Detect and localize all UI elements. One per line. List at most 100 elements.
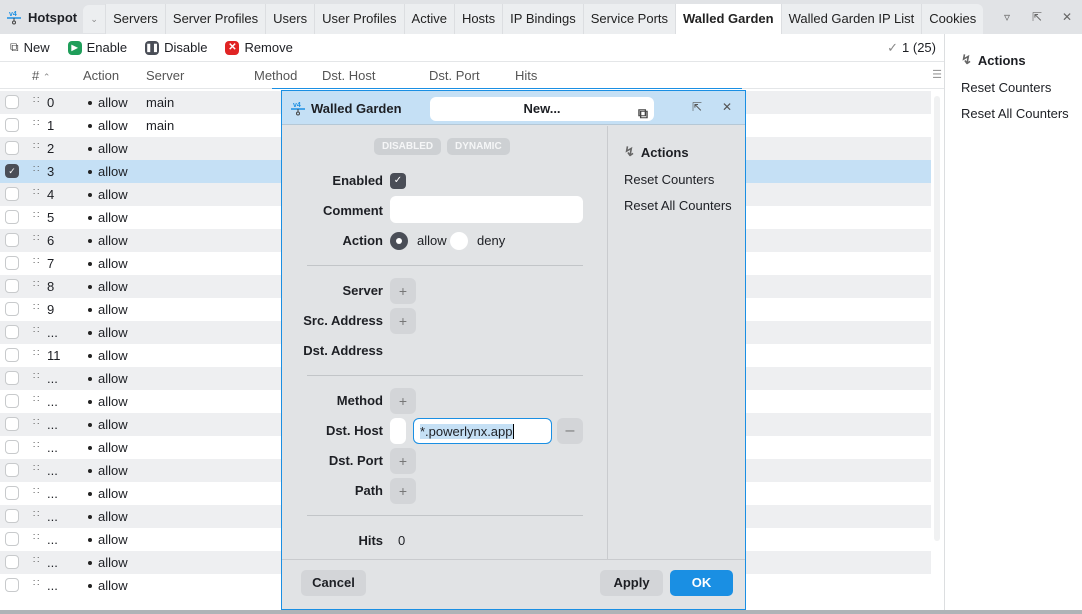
apply-button[interactable]: Apply bbox=[600, 570, 663, 596]
tab-cookies[interactable]: Cookies bbox=[921, 4, 983, 34]
drag-handle-icon[interactable]: ∷ bbox=[33, 256, 39, 267]
tab-active[interactable]: Active bbox=[403, 4, 454, 34]
add-dst-port-button[interactable]: + bbox=[390, 448, 416, 474]
drag-handle-icon[interactable]: ∷ bbox=[33, 164, 39, 175]
col-header-dst-host[interactable]: Dst. Host bbox=[322, 68, 375, 83]
tab-dropdown-button[interactable]: ⌄ bbox=[83, 5, 106, 33]
drag-handle-icon[interactable]: ∷ bbox=[33, 555, 39, 566]
drag-handle-icon[interactable]: ∷ bbox=[33, 509, 39, 520]
drag-handle-icon[interactable]: ∷ bbox=[33, 302, 39, 313]
dst-host-negate-toggle[interactable] bbox=[390, 418, 406, 444]
row-checkbox[interactable] bbox=[5, 325, 19, 339]
row-checkbox[interactable] bbox=[5, 141, 19, 155]
drag-handle-icon[interactable]: ∷ bbox=[33, 532, 39, 543]
col-header-action[interactable]: Action bbox=[83, 68, 119, 83]
row-checkbox[interactable] bbox=[5, 95, 19, 109]
method-label: Method bbox=[336, 393, 383, 408]
new-button[interactable]: ⧉ New bbox=[0, 34, 58, 62]
row-checkbox[interactable] bbox=[5, 486, 19, 500]
copy-icon[interactable]: ⧉ bbox=[638, 101, 648, 125]
row-checkbox[interactable] bbox=[5, 302, 19, 316]
action-deny-radio[interactable] bbox=[450, 232, 468, 250]
remove-dst-host-button[interactable]: – bbox=[557, 418, 583, 444]
tab-service-ports[interactable]: Service Ports bbox=[582, 4, 675, 34]
drag-handle-icon[interactable]: ∷ bbox=[33, 394, 39, 405]
row-checkbox[interactable] bbox=[5, 440, 19, 454]
row-checkbox[interactable] bbox=[5, 555, 19, 569]
filter-button[interactable]: ▿ bbox=[992, 0, 1022, 34]
col-header-server[interactable]: Server bbox=[146, 68, 184, 83]
drag-handle-icon[interactable]: ∷ bbox=[33, 325, 39, 336]
drag-handle-icon[interactable]: ∷ bbox=[33, 371, 39, 382]
reset-counters-link[interactable]: Reset Counters bbox=[961, 80, 1051, 95]
row-checkbox[interactable] bbox=[5, 371, 19, 385]
col-header-number[interactable]: # ⌃ bbox=[32, 68, 50, 83]
drag-handle-icon[interactable]: ∷ bbox=[33, 233, 39, 244]
tab-users[interactable]: Users bbox=[265, 4, 314, 34]
remove-label: Remove bbox=[244, 40, 293, 55]
cancel-button[interactable]: Cancel bbox=[301, 570, 366, 596]
drag-handle-icon[interactable]: ∷ bbox=[33, 279, 39, 290]
col-header-dst-port[interactable]: Dst. Port bbox=[429, 68, 480, 83]
row-checkbox[interactable] bbox=[5, 118, 19, 132]
tab-walled-garden-ip-list[interactable]: Walled Garden IP List bbox=[780, 4, 922, 34]
tab-hosts[interactable]: Hosts bbox=[453, 4, 502, 34]
item-name-field[interactable]: New... ⧉ bbox=[430, 97, 654, 121]
drag-handle-icon[interactable]: ∷ bbox=[33, 486, 39, 497]
row-checkbox[interactable] bbox=[5, 463, 19, 477]
drag-handle-icon[interactable]: ∷ bbox=[33, 187, 39, 198]
row-checkbox[interactable] bbox=[5, 348, 19, 362]
drag-handle-icon[interactable]: ∷ bbox=[33, 95, 39, 106]
row-action: allow bbox=[98, 302, 128, 317]
drag-handle-icon[interactable]: ∷ bbox=[33, 440, 39, 451]
dialog-reset-counters-link[interactable]: Reset Counters bbox=[624, 172, 714, 187]
tab-servers[interactable]: Servers bbox=[105, 4, 165, 34]
add-path-button[interactable]: + bbox=[390, 478, 416, 504]
dialog-expand-icon[interactable]: ⇱ bbox=[692, 100, 702, 114]
drag-handle-icon[interactable]: ∷ bbox=[33, 141, 39, 152]
tab-server-profiles[interactable]: Server Profiles bbox=[164, 4, 265, 34]
row-checkbox[interactable] bbox=[5, 509, 19, 523]
enable-button[interactable]: ▶ Enable bbox=[58, 34, 135, 62]
reset-all-counters-link[interactable]: Reset All Counters bbox=[961, 106, 1069, 121]
row-checkbox[interactable] bbox=[5, 578, 19, 592]
drag-handle-icon[interactable]: ∷ bbox=[33, 118, 39, 129]
row-checkbox[interactable] bbox=[5, 210, 19, 224]
ok-button[interactable]: OK bbox=[670, 570, 733, 596]
col-header-method[interactable]: Method bbox=[254, 68, 297, 83]
row-checkbox[interactable]: ✓ bbox=[5, 164, 19, 178]
row-action: allow bbox=[98, 164, 128, 179]
row-checkbox[interactable] bbox=[5, 394, 19, 408]
drag-handle-icon[interactable]: ∷ bbox=[33, 348, 39, 359]
add-src-address-button[interactable]: + bbox=[390, 308, 416, 334]
comment-input[interactable] bbox=[390, 196, 583, 223]
tab-user-profiles[interactable]: User Profiles bbox=[314, 4, 403, 34]
drag-handle-icon[interactable]: ∷ bbox=[33, 417, 39, 428]
remove-button[interactable]: ✕ Remove bbox=[215, 34, 300, 62]
add-server-button[interactable]: + bbox=[390, 278, 416, 304]
row-checkbox[interactable] bbox=[5, 532, 19, 546]
row-checkbox[interactable] bbox=[5, 256, 19, 270]
action-allow-radio[interactable] bbox=[390, 232, 408, 250]
disable-button[interactable]: ❚❚ Disable bbox=[135, 34, 215, 62]
tab-ip-bindings[interactable]: IP Bindings bbox=[502, 4, 583, 34]
drag-handle-icon[interactable]: ∷ bbox=[33, 578, 39, 589]
status-dot-icon bbox=[88, 285, 92, 289]
col-header-hits[interactable]: Hits bbox=[515, 68, 537, 83]
row-checkbox[interactable] bbox=[5, 417, 19, 431]
drag-handle-icon[interactable]: ∷ bbox=[33, 463, 39, 474]
close-button[interactable]: ✕ bbox=[1052, 0, 1082, 34]
expand-button[interactable]: ⇱ bbox=[1022, 0, 1052, 34]
tab-walled-garden[interactable]: Walled Garden bbox=[675, 4, 781, 34]
add-method-button[interactable]: + bbox=[390, 388, 416, 414]
row-checkbox[interactable] bbox=[5, 233, 19, 247]
table-scrollbar[interactable] bbox=[934, 96, 940, 541]
column-menu-icon[interactable]: ☰ bbox=[932, 68, 942, 81]
enabled-checkbox[interactable]: ✓ bbox=[390, 173, 406, 189]
row-checkbox[interactable] bbox=[5, 279, 19, 293]
dialog-close-icon[interactable]: ✕ bbox=[722, 100, 732, 114]
dialog-reset-all-counters-link[interactable]: Reset All Counters bbox=[624, 198, 732, 213]
dst-host-input[interactable]: *.powerlynx.app bbox=[413, 418, 552, 444]
row-checkbox[interactable] bbox=[5, 187, 19, 201]
drag-handle-icon[interactable]: ∷ bbox=[33, 210, 39, 221]
